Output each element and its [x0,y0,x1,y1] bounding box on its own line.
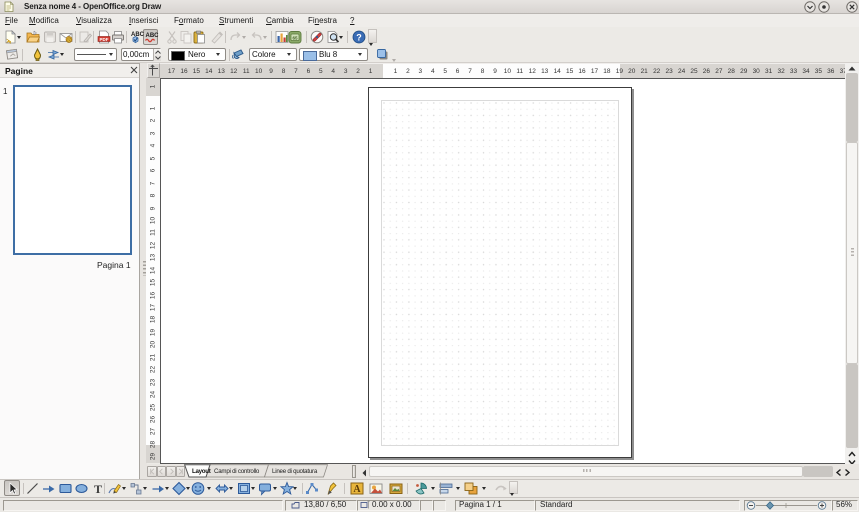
svg-text:?: ? [356,32,362,42]
svg-text:@: @ [66,38,72,44]
svg-text:T: T [93,482,101,496]
svg-text:A: A [353,484,361,495]
svg-text:ABC: ABC [145,33,159,39]
svg-text:PDF: PDF [99,37,108,42]
svg-text:65: 65 [292,35,298,40]
svg-text:ABC: ABC [131,32,145,38]
